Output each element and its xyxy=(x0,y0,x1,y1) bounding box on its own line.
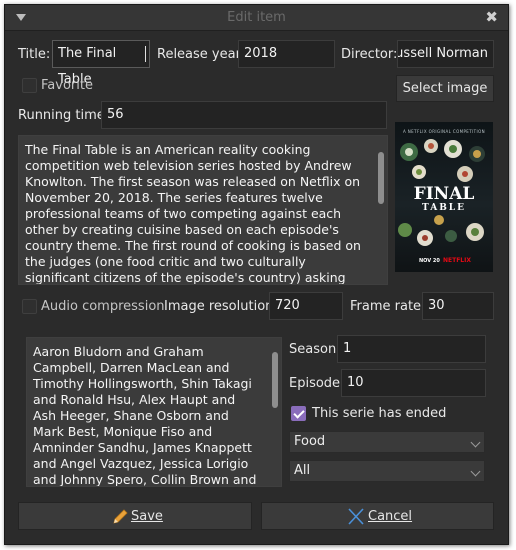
title-label: Title: xyxy=(18,47,51,62)
image-resolution-input[interactable]: 720 xyxy=(269,292,343,320)
cast-scrollbar[interactable] xyxy=(270,339,280,485)
pencil-icon xyxy=(113,509,128,524)
edit-item-dialog: Edit item ✖ Title: The Final Table Relea… xyxy=(4,4,509,545)
netflix-logo: NETFLIX xyxy=(443,257,471,264)
poster-image: A NETFLIX ORIGINAL COMPETITION FINAL TAB… xyxy=(395,122,493,272)
release-year-input[interactable]: 2018 xyxy=(238,40,335,68)
genre-select-value: Food xyxy=(294,434,326,449)
chevron-down-icon xyxy=(470,466,481,477)
title-input[interactable]: The Final Table xyxy=(52,40,150,87)
serie-ended-label: This serie has ended xyxy=(312,406,447,421)
description-textarea[interactable]: The Final Table is an American reality c… xyxy=(18,135,388,285)
running-time-input[interactable]: 56 xyxy=(101,101,387,129)
description-scroll-thumb[interactable] xyxy=(378,152,384,204)
serie-ended-checkbox[interactable] xyxy=(291,406,306,421)
audio-compression-label: Audio compression xyxy=(41,299,165,314)
poster-title-line1: FINAL xyxy=(413,184,475,204)
image-resolution-label: Image resolution: xyxy=(164,299,278,314)
select-image-button[interactable]: Select image xyxy=(396,75,494,102)
cast-scroll-thumb[interactable] xyxy=(272,352,278,408)
poster-date: NOV 20 xyxy=(419,258,440,264)
director-input[interactable]: Russell Norman xyxy=(397,40,494,68)
cast-text: Aaron Bludorn and Graham Campbell, Darre… xyxy=(33,344,257,487)
cancel-button-label: Cancel xyxy=(368,509,413,524)
cancel-x-icon xyxy=(348,508,364,525)
cast-textarea[interactable]: Aaron Bludorn and Graham Campbell, Darre… xyxy=(26,337,282,487)
release-year-label: Release year: xyxy=(157,47,246,62)
director-label: Director: xyxy=(341,47,398,62)
chevron-down-icon xyxy=(470,437,481,448)
save-button-label: Save xyxy=(131,509,163,524)
running-time-label: Running time xyxy=(18,108,105,123)
season-input[interactable]: 1 xyxy=(337,335,486,363)
title-bar: Edit item ✖ xyxy=(5,5,508,31)
description-scrollbar[interactable] xyxy=(376,137,386,283)
poster-title-line2: TABLE xyxy=(422,203,466,213)
save-button[interactable]: Save xyxy=(18,502,252,530)
genre-select[interactable]: Food xyxy=(289,431,485,453)
close-icon[interactable]: ✖ xyxy=(485,8,498,26)
window-title: Edit item xyxy=(227,10,286,25)
text-cursor xyxy=(145,46,146,62)
favorite-checkbox[interactable] xyxy=(22,78,37,93)
filter-select-value: All xyxy=(294,463,311,478)
filter-select[interactable]: All xyxy=(289,460,485,482)
frame-rate-input[interactable]: 30 xyxy=(422,292,494,320)
season-label: Season xyxy=(289,342,337,357)
cancel-button[interactable]: Cancel xyxy=(261,502,494,530)
audio-compression-checkbox[interactable] xyxy=(22,299,37,314)
favorite-label: Favorite xyxy=(41,78,93,93)
frame-rate-label: Frame rate: xyxy=(350,299,426,314)
episode-input[interactable]: 10 xyxy=(341,369,486,397)
episode-label: Episode xyxy=(289,376,341,391)
description-text: The Final Table is an American reality c… xyxy=(25,142,361,285)
